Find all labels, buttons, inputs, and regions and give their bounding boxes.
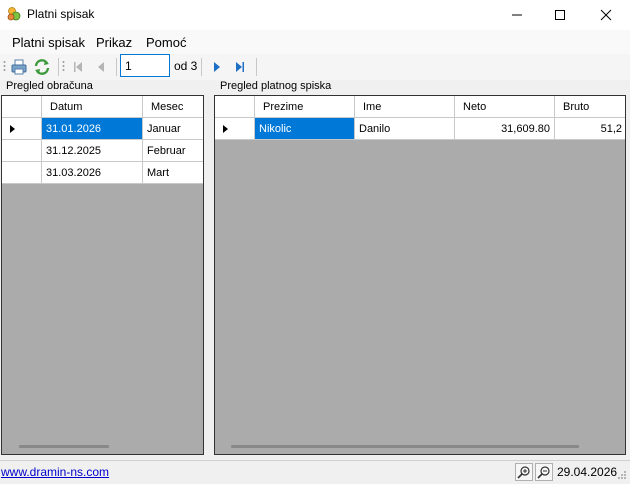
toolbar-separator — [58, 58, 59, 76]
cell-neto[interactable]: 31,609.80 — [455, 118, 555, 140]
previous-page-icon — [98, 62, 104, 72]
next-page-button[interactable] — [207, 57, 227, 77]
next-page-icon — [214, 62, 220, 72]
column-header-ime[interactable]: Ime — [355, 96, 455, 118]
website-link[interactable]: www.dramin-ns.com — [1, 465, 109, 479]
cell-mesec[interactable]: Februar — [143, 140, 203, 162]
current-row-icon — [10, 124, 15, 133]
minimize-icon — [512, 14, 522, 16]
row-header[interactable] — [2, 140, 42, 162]
menu-prikaz[interactable]: Prikaz — [96, 35, 132, 50]
toolbar-grip — [3, 61, 6, 71]
column-header-bruto[interactable]: Bruto — [555, 96, 625, 118]
last-page-button[interactable] — [230, 57, 250, 77]
left-panel-title: Pregled obračuna — [6, 80, 93, 92]
minimize-button[interactable] — [494, 0, 540, 30]
page-count-label: od 3 — [174, 59, 198, 73]
print-button[interactable] — [9, 57, 29, 77]
close-button[interactable] — [583, 0, 629, 30]
right-panel-title: Pregled platnog spiska — [220, 80, 332, 92]
app-icon — [7, 7, 21, 21]
close-icon — [600, 9, 612, 21]
cell-datum[interactable]: 31.12.2025 — [42, 140, 143, 162]
refresh-icon — [34, 59, 50, 75]
header-corner — [2, 96, 42, 118]
obracun-grid[interactable]: Datum Mesec 31.01.2026 Januar 31.12.2025… — [1, 95, 204, 455]
zoom-in-button[interactable] — [515, 463, 533, 481]
maximize-icon — [555, 10, 565, 20]
platni-spisak-grid[interactable]: Prezime Ime Neto Bruto Nikolic Danilo 31… — [214, 95, 626, 455]
header-corner — [215, 96, 255, 118]
row-header[interactable] — [215, 118, 255, 140]
column-header-mesec[interactable]: Mesec — [143, 96, 203, 118]
toolbar-grip — [62, 61, 65, 71]
menu-platni-spisak[interactable]: Platni spisak — [12, 35, 85, 50]
cell-mesec[interactable]: Mart — [143, 162, 203, 184]
resize-grip-icon[interactable] — [617, 470, 627, 480]
toolbar-separator — [116, 58, 117, 76]
cell-datum[interactable]: 31.01.2026 — [42, 118, 143, 140]
toolbar-separator — [256, 58, 257, 76]
current-row-icon — [223, 124, 228, 133]
status-bar: www.dramin-ns.com 29.04.2026 — [0, 460, 630, 484]
status-date: 29.04.2026 — [557, 465, 618, 479]
cell-prezime[interactable]: Nikolic — [255, 118, 355, 140]
row-header[interactable] — [2, 118, 42, 140]
menu-bar: Platni spisak Prikaz Pomoć — [0, 30, 630, 54]
window-title: Platni spisak — [27, 7, 95, 21]
row-header[interactable] — [2, 162, 42, 184]
first-page-icon — [74, 62, 82, 72]
horizontal-scrollbar[interactable] — [231, 445, 579, 448]
previous-page-button[interactable] — [91, 57, 111, 77]
page-number-input[interactable] — [120, 54, 170, 77]
toolbar-separator — [201, 58, 202, 76]
zoom-out-icon — [537, 466, 550, 479]
toolbar — [0, 54, 630, 80]
menu-pomoc[interactable]: Pomoć — [146, 35, 186, 50]
refresh-button[interactable] — [32, 57, 52, 77]
cell-bruto[interactable]: 51,2 — [555, 118, 625, 140]
zoom-in-icon — [517, 466, 530, 479]
zoom-out-button[interactable] — [535, 463, 553, 481]
column-header-neto[interactable]: Neto — [455, 96, 555, 118]
cell-mesec[interactable]: Januar — [143, 118, 203, 140]
cell-datum[interactable]: 31.03.2026 — [42, 162, 143, 184]
column-header-prezime[interactable]: Prezime — [255, 96, 355, 118]
maximize-button[interactable] — [537, 0, 583, 30]
title-bar: Platni spisak — [0, 0, 630, 30]
cell-ime[interactable]: Danilo — [355, 118, 455, 140]
column-header-datum[interactable]: Datum — [42, 96, 143, 118]
last-page-icon — [236, 62, 244, 72]
first-page-button[interactable] — [68, 57, 88, 77]
print-icon — [11, 59, 27, 75]
horizontal-scrollbar[interactable] — [19, 445, 109, 448]
